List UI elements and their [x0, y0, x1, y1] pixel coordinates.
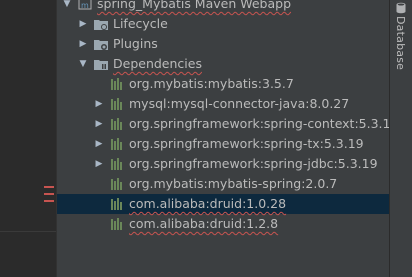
dependency-item[interactable]: ▶ org.springframework:spring-context:5.3…: [57, 114, 399, 134]
dependencies-folder-icon: [93, 56, 109, 72]
dependency-label: org.mybatis:mybatis-spring:2.0.7: [129, 176, 338, 191]
dependency-item[interactable]: ▶ org.springframework:spring-tx:5.3.19: [57, 134, 389, 154]
dependency-item[interactable]: org.mybatis:mybatis:3.5.7: [57, 74, 389, 94]
gutter-error-mark: [44, 200, 54, 202]
plugins-folder-icon: [93, 36, 109, 52]
plugins-label: Plugins: [113, 36, 158, 51]
tree-node-plugins[interactable]: ▶ Plugins: [57, 34, 389, 54]
maven-project-icon: m: [77, 0, 93, 12]
database-icon: [396, 2, 406, 14]
dependency-label: org.springframework:spring-jdbc:5.3.19: [129, 156, 378, 171]
dependencies-label: Dependencies: [113, 56, 202, 71]
library-icon: [109, 156, 125, 172]
library-icon: [109, 96, 125, 112]
library-icon: [109, 76, 125, 92]
chevron-right-icon[interactable]: ▶: [77, 34, 89, 54]
tree-node-dependencies[interactable]: ▼ Dependencies: [57, 54, 389, 74]
dependency-label: org.springframework:spring-context:5.3.1…: [129, 116, 399, 131]
gutter-separator: [0, 231, 56, 232]
chevron-right-icon[interactable]: ▶: [77, 14, 89, 34]
dependency-label: com.alibaba:druid:1.2.8: [129, 216, 279, 231]
svg-text:m: m: [81, 1, 89, 10]
dependency-item[interactable]: org.mybatis:mybatis-spring:2.0.7: [57, 174, 389, 194]
database-tab[interactable]: Database: [393, 2, 409, 74]
library-icon: [109, 116, 125, 132]
dependency-label: mysql:mysql-connector-java:8.0.27: [129, 96, 350, 111]
lifecycle-label: Lifecycle: [113, 16, 168, 31]
chevron-right-icon[interactable]: ▶: [93, 134, 105, 154]
tree-node-lifecycle[interactable]: ▶ Lifecycle: [57, 14, 389, 34]
chevron-right-icon[interactable]: ▶: [93, 94, 105, 114]
chevron-down-icon[interactable]: ▼: [61, 0, 73, 14]
chevron-right-icon[interactable]: ▶: [93, 114, 105, 134]
editor-gutter: [0, 0, 57, 277]
chevron-down-icon[interactable]: ▼: [77, 54, 89, 74]
lifecycle-folder-icon: [93, 16, 109, 32]
gutter-error-mark: [44, 193, 54, 195]
dependency-label: com.alibaba:druid:1.0.28: [129, 196, 287, 211]
gutter-error-mark: [44, 186, 54, 188]
project-name: spring_Mybatis Maven Webapp: [97, 0, 292, 11]
dependency-item-selected[interactable]: com.alibaba:druid:1.0.28: [57, 194, 389, 214]
maven-tool-window: ▼ m spring_Mybatis Maven Webapp ▶ Lifecy…: [0, 0, 412, 277]
dependency-item[interactable]: com.alibaba:druid:1.2.8: [57, 214, 389, 234]
dependency-label: org.mybatis:mybatis:3.5.7: [129, 76, 294, 91]
maven-project-tree[interactable]: ▼ m spring_Mybatis Maven Webapp ▶ Lifecy…: [57, 0, 399, 277]
tree-node-project[interactable]: ▼ m spring_Mybatis Maven Webapp: [57, 0, 389, 14]
dependency-label: org.springframework:spring-tx:5.3.19: [129, 136, 364, 151]
database-tab-label: Database: [394, 16, 407, 71]
right-sidebar: Database: [389, 0, 412, 277]
dependency-item[interactable]: ▶ mysql:mysql-connector-java:8.0.27: [57, 94, 389, 114]
library-icon: [109, 176, 125, 192]
library-icon: [109, 216, 125, 232]
chevron-right-icon[interactable]: ▶: [93, 154, 105, 174]
library-icon: [109, 196, 125, 212]
library-icon: [109, 136, 125, 152]
dependency-item[interactable]: ▶ org.springframework:spring-jdbc:5.3.19: [57, 154, 389, 174]
